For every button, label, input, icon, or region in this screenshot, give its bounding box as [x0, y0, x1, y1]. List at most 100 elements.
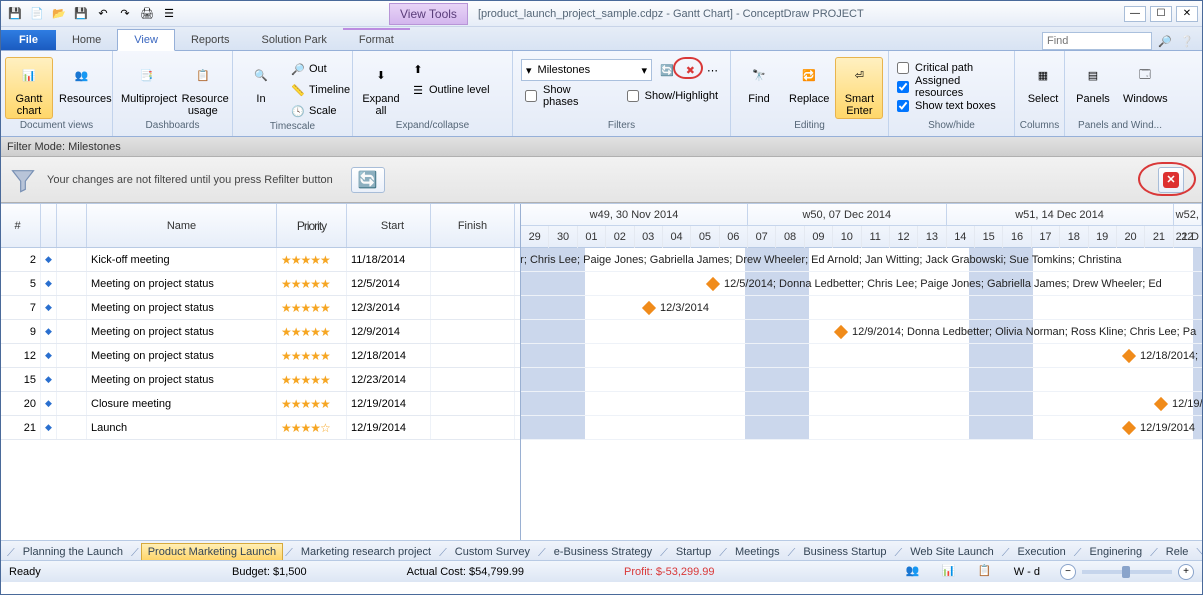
day-header: 03 — [635, 226, 663, 248]
replace-button[interactable]: 🔁Replace — [785, 57, 833, 107]
sheet-tab[interactable]: Enginering — [1084, 544, 1149, 560]
zoom-slider[interactable] — [1082, 570, 1172, 574]
collapse-button[interactable]: ⬆ — [407, 59, 494, 79]
close-button[interactable]: ✕ — [1176, 6, 1198, 22]
filter-options-button[interactable]: ⋯ — [703, 60, 722, 80]
group-label: Editing — [735, 120, 884, 134]
zoom-in-icon: 🔍 — [245, 59, 277, 91]
sheet-tab[interactable]: Product Marketing Launch — [141, 543, 283, 560]
tab-solution-park[interactable]: Solution Park — [245, 30, 342, 50]
sheet-tab[interactable]: Custom Survey — [449, 544, 536, 560]
find-button[interactable]: 🔭Find — [735, 57, 783, 107]
zoom-in-button[interactable]: + — [1178, 564, 1194, 580]
table-row[interactable]: 9◆Meeting on project status★★★★★12/9/201… — [1, 320, 520, 344]
help-icon[interactable]: ❔ — [1178, 32, 1196, 50]
view3-icon[interactable]: 📋 — [978, 564, 994, 580]
expand-all-button[interactable]: ⬇Expand all — [357, 57, 405, 119]
zoom-in-button[interactable]: 🔍In — [237, 57, 285, 107]
table-row[interactable]: 7◆Meeting on project status★★★★★12/3/201… — [1, 296, 520, 320]
sheet-tab[interactable]: Startup — [670, 544, 717, 560]
table-row[interactable]: 20◆Closure meeting★★★★★12/19/2014 — [1, 392, 520, 416]
sheet-tab[interactable]: Planning the Launch — [17, 544, 129, 560]
group-label: Timescale — [237, 121, 348, 134]
print-icon[interactable]: 🖨 — [137, 4, 157, 24]
windows-button[interactable]: 🗔Windows — [1119, 57, 1171, 107]
view1-icon[interactable]: 👥 — [906, 564, 922, 580]
col-num[interactable]: # — [1, 204, 41, 247]
col-indent[interactable] — [57, 204, 87, 247]
filter-mode-bar: Filter Mode: Milestones — [1, 137, 1202, 157]
col-outline[interactable] — [41, 204, 57, 247]
sheet-tab[interactable]: Business Startup — [797, 544, 892, 560]
panels-icon: ▤ — [1077, 59, 1109, 91]
sheet-tab[interactable]: Web Site Launch — [904, 544, 1000, 560]
outline-icon[interactable]: ☰ — [159, 4, 179, 24]
table-row[interactable]: 21◆Launch★★★★☆12/19/2014 — [1, 416, 520, 440]
outline-level-button[interactable]: ☰Outline level — [407, 80, 494, 100]
timeline-body[interactable]: ter; Chris Lee; Paige Jones; Gabriella J… — [521, 248, 1202, 440]
grid-header: # Name Priority Start Finish — [1, 204, 520, 248]
sheet-tab[interactable]: e-Business Strategy — [548, 544, 658, 560]
view2-icon[interactable]: 📊 — [942, 564, 958, 580]
show-phases-checkbox[interactable]: Show phases — [521, 87, 613, 105]
show-textboxes-checkbox[interactable]: Show text boxes — [893, 97, 1010, 115]
multiproject-button[interactable]: 📑Multiproject — [117, 57, 176, 107]
save-icon[interactable]: 💾 — [5, 4, 25, 24]
panels-button[interactable]: ▤Panels — [1069, 57, 1117, 107]
window-controls: — ☐ ✕ — [1124, 6, 1198, 22]
tab-format[interactable]: Format — [343, 28, 410, 50]
find-input[interactable] — [1042, 32, 1152, 50]
sheet-tab[interactable]: Rele — [1160, 544, 1195, 560]
minimize-button[interactable]: — — [1124, 6, 1146, 22]
smart-enter-button[interactable]: ⏎Smart Enter — [835, 57, 883, 119]
milestone[interactable]: 12/3/2014 — [644, 302, 709, 314]
new-icon[interactable]: 📄 — [27, 4, 47, 24]
replace-icon: 🔁 — [793, 59, 825, 91]
close-filter-button[interactable]: ✕ — [1158, 167, 1184, 193]
col-start[interactable]: Start — [347, 204, 431, 247]
tab-reports[interactable]: Reports — [175, 30, 246, 50]
milestone[interactable]: 12/19/2014; Olivi — [1156, 398, 1202, 410]
file-tab[interactable]: File — [1, 30, 56, 50]
milestone[interactable]: ter; Chris Lee; Paige Jones; Gabriella J… — [521, 254, 1122, 266]
clear-filter-button[interactable]: ✖ — [682, 60, 699, 80]
binoculars-icon[interactable]: 🔎 — [1156, 32, 1174, 50]
resources-button[interactable]: 👥 Resources — [55, 57, 108, 107]
tab-view[interactable]: View — [117, 29, 175, 51]
redo-icon[interactable]: ↷ — [115, 4, 135, 24]
col-priority[interactable]: Priority — [277, 204, 347, 247]
maximize-button[interactable]: ☐ — [1150, 6, 1172, 22]
tab-home[interactable]: Home — [56, 30, 117, 50]
refilter-button[interactable]: 🔄 — [351, 167, 385, 193]
scale-button[interactable]: 🕓Scale — [287, 101, 354, 121]
milestone[interactable]: 12/5/2014; Donna Ledbetter; Chris Lee; P… — [708, 278, 1162, 290]
table-row[interactable]: 2◆Kick-off meeting★★★★★11/18/2014 — [1, 248, 520, 272]
resource-usage-button[interactable]: 📋Resource usage — [178, 57, 228, 119]
col-name[interactable]: Name — [87, 204, 277, 247]
sheet-tab[interactable]: Meetings — [729, 544, 786, 560]
milestone[interactable]: 12/9/2014; Donna Ledbetter; Olivia Norma… — [836, 326, 1196, 338]
save-alt-icon[interactable]: 💾 — [71, 4, 91, 24]
milestone[interactable]: 12/18/2014; Donna Le — [1124, 350, 1202, 362]
table-row[interactable]: 15◆Meeting on project status★★★★★12/23/2… — [1, 368, 520, 392]
open-icon[interactable]: 📂 — [49, 4, 69, 24]
gantt-chart-button[interactable]: 📊 Gantt chart — [5, 57, 53, 119]
status-ready: Ready — [9, 566, 41, 578]
table-row[interactable]: 12◆Meeting on project status★★★★★12/18/2… — [1, 344, 520, 368]
assigned-resources-checkbox[interactable]: Assigned resources — [893, 78, 1010, 96]
day-header: 18 — [1060, 226, 1088, 248]
milestone[interactable]: 12/19/2014 — [1124, 422, 1195, 434]
sheet-tab[interactable]: Marketing research project — [295, 544, 437, 560]
col-finish[interactable]: Finish — [431, 204, 515, 247]
filter-select[interactable]: ▾ Milestones ▾ — [521, 59, 652, 81]
timeline-button[interactable]: 📏Timeline — [287, 80, 354, 100]
zoom-out-button[interactable]: − — [1060, 564, 1076, 580]
select-columns-button[interactable]: ▦Select — [1019, 57, 1067, 107]
columns-icon: ▦ — [1027, 59, 1059, 91]
refresh-filter-button[interactable]: 🔄 — [656, 60, 678, 80]
table-row[interactable]: 5◆Meeting on project status★★★★★12/5/201… — [1, 272, 520, 296]
zoom-out-button[interactable]: 🔎Out — [287, 59, 354, 79]
show-highlight-checkbox[interactable]: Show/Highlight — [623, 87, 722, 105]
undo-icon[interactable]: ↶ — [93, 4, 113, 24]
sheet-tab[interactable]: Execution — [1011, 544, 1071, 560]
